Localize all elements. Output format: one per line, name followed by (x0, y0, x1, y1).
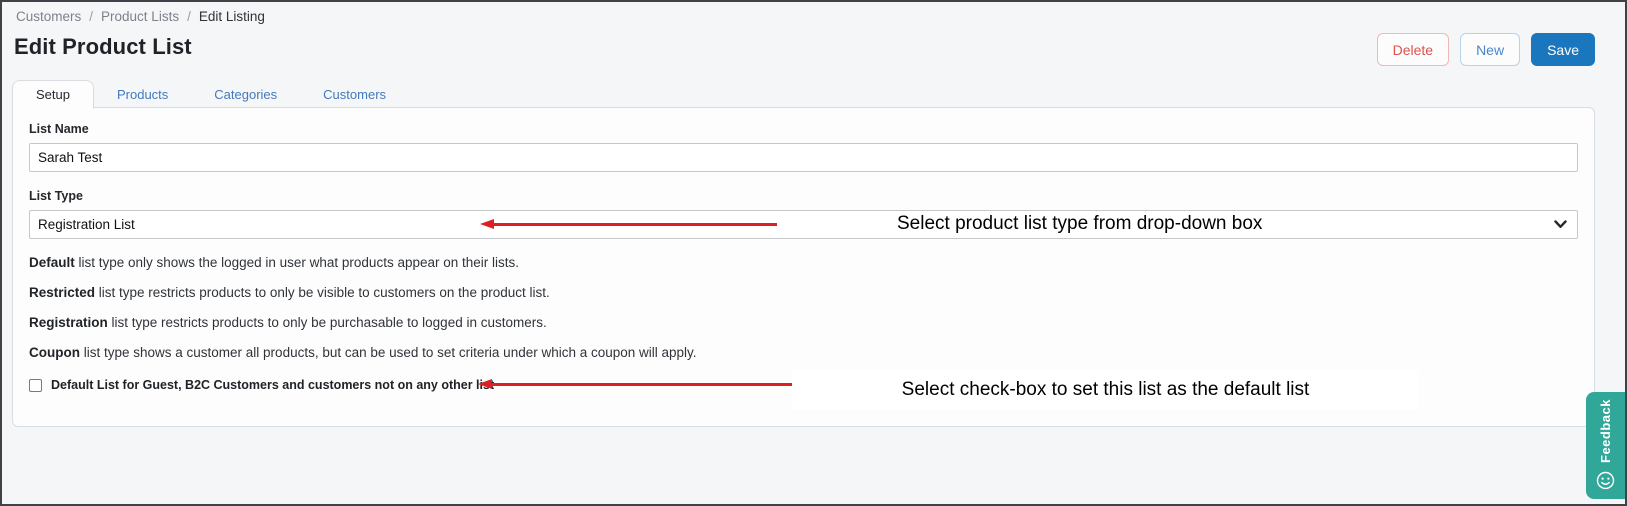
list-type-select[interactable]: Registration List (29, 210, 1578, 239)
annotation-arrow-default-checkbox (478, 378, 798, 390)
default-list-checkbox[interactable] (29, 379, 42, 392)
annotation-text-list-type: Select product list type from drop-down … (897, 213, 1262, 235)
list-name-input[interactable] (29, 143, 1578, 172)
header-actions: Delete New Save (1377, 33, 1595, 66)
tab-products[interactable]: Products (94, 81, 191, 109)
description-text: list type shows a customer all products,… (80, 345, 697, 360)
breadcrumb-product-lists[interactable]: Product Lists (101, 9, 179, 24)
breadcrumb-separator: / (89, 9, 93, 24)
feedback-button[interactable]: Feedback (1586, 392, 1625, 499)
annotation-arrow-list-type (480, 218, 780, 230)
arrow-shaft (489, 383, 795, 386)
save-button[interactable]: Save (1531, 33, 1595, 66)
list-name-label: List Name (29, 122, 1578, 136)
delete-button[interactable]: Delete (1377, 33, 1449, 66)
annotation-text-default-checkbox: Select check-box to set this list as the… (792, 370, 1419, 410)
edit-product-list-page: { "breadcrumb": { "items": ["Customers",… (0, 0, 1627, 506)
list-type-description-coupon: Coupon list type shows a customer all pr… (29, 346, 1578, 360)
tab-categories[interactable]: Categories (191, 81, 300, 109)
new-button[interactable]: New (1460, 33, 1520, 66)
breadcrumb-edit-listing: Edit Listing (199, 9, 265, 24)
tab-bar: Setup Products Categories Customers (12, 80, 409, 109)
breadcrumb-customers[interactable]: Customers (16, 9, 81, 24)
chevron-down-icon (1554, 220, 1567, 229)
default-list-checkbox-label: Default List for Guest, B2C Customers an… (51, 378, 494, 392)
list-type-selected-value: Registration List (38, 217, 135, 232)
breadcrumb-separator: / (187, 9, 191, 24)
list-type-description-registration: Registration list type restricts product… (29, 316, 1578, 330)
list-type-label: List Type (29, 189, 1578, 203)
breadcrumb: Customers / Product Lists / Edit Listing (16, 9, 265, 24)
tab-customers[interactable]: Customers (300, 81, 409, 109)
description-term: Registration (29, 315, 108, 330)
arrow-shaft (491, 223, 777, 226)
description-text: list type only shows the logged in user … (75, 255, 519, 270)
tab-setup[interactable]: Setup (12, 80, 94, 109)
smiley-icon (1596, 471, 1615, 490)
description-term: Restricted (29, 285, 95, 300)
feedback-label: Feedback (1598, 399, 1613, 463)
page-title: Edit Product List (14, 34, 192, 60)
description-term: Coupon (29, 345, 80, 360)
list-type-description-default: Default list type only shows the logged … (29, 256, 1578, 270)
description-term: Default (29, 255, 75, 270)
description-text: list type restricts products to only be … (95, 285, 550, 300)
description-text: list type restricts products to only be … (108, 315, 547, 330)
list-type-description-restricted: Restricted list type restricts products … (29, 286, 1578, 300)
